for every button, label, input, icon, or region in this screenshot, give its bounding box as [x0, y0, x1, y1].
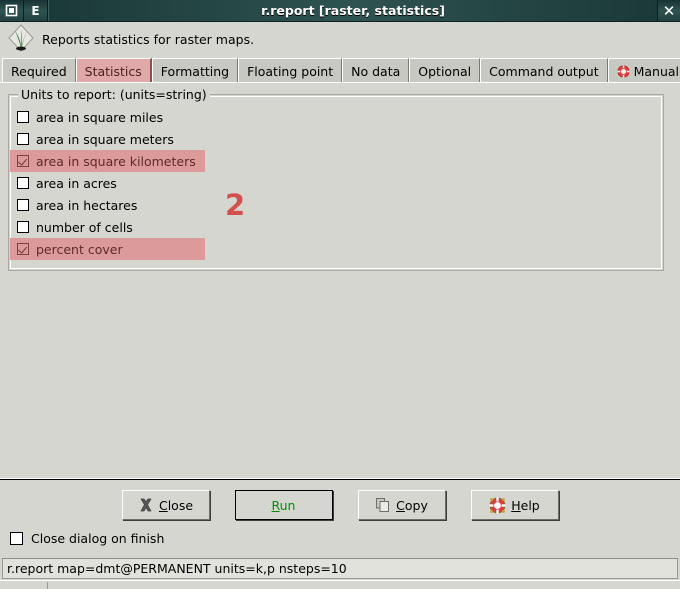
close-x-icon — [138, 497, 154, 513]
units-checkbox-list: area in square miles area in square mete… — [10, 106, 662, 260]
status-bar-divider — [47, 582, 48, 589]
checkbox-label: area in acres — [36, 175, 117, 191]
checkbox-close-dialog-on-finish[interactable] — [10, 532, 23, 545]
command-line-field[interactable]: r.report map=dmt@PERMANENT units=k,p nst… — [2, 558, 678, 579]
groupbox-label: Units to report: (units=string) — [18, 87, 210, 102]
window-restore-icon — [5, 4, 18, 17]
checkbox-row-area-in-acres[interactable]: area in acres — [10, 172, 662, 194]
run-button[interactable]: Run — [234, 490, 333, 520]
command-line-text: r.report map=dmt@PERMANENT units=k,p nst… — [7, 561, 347, 576]
tab-required[interactable]: Required — [2, 58, 76, 83]
help-button-label: Help — [511, 497, 540, 513]
status-bar — [0, 580, 680, 589]
tab-label: Manual — [633, 63, 680, 79]
checkbox-number-of-cells[interactable] — [17, 221, 29, 233]
tab-no-data[interactable]: No data — [342, 58, 410, 83]
checkbox-row-area-in-square-kilometers[interactable]: area in square kilometers — [10, 150, 205, 172]
copy-button-label: Copy — [396, 497, 428, 513]
title-bar: E r.report [raster, statistics] ✕ — [0, 0, 680, 22]
tab-floating-point[interactable]: Floating point — [238, 58, 343, 83]
window-menu-button[interactable]: E — [24, 0, 48, 21]
copy-icon — [375, 497, 391, 513]
tab-label: Required — [11, 63, 67, 79]
checkbox-area-in-square-meters[interactable] — [17, 133, 29, 145]
close-dialog-on-finish-label: Close dialog on finish — [31, 531, 165, 546]
copy-button[interactable]: Copy — [357, 490, 446, 520]
checkbox-area-in-hectares[interactable] — [17, 199, 29, 211]
tab-formatting[interactable]: Formatting — [151, 58, 239, 83]
window-title: r.report [raster, statistics] — [48, 0, 657, 21]
tab-label: Command output — [489, 63, 599, 79]
checkbox-label: area in square miles — [36, 109, 164, 125]
tab-command-output[interactable]: Command output — [480, 58, 608, 83]
close-dialog-on-finish-row[interactable]: Close dialog on finish — [10, 531, 164, 546]
tab-label: Statistics — [84, 63, 142, 79]
button-bar-separator — [0, 479, 680, 480]
dialog-description: Reports statistics for raster maps. — [42, 31, 255, 47]
checkbox-row-number-of-cells[interactable]: number of cells — [10, 216, 662, 238]
dialog-header: Reports statistics for raster maps. — [0, 22, 680, 56]
checkbox-label: area in square meters — [36, 131, 174, 147]
checkbox-label: area in hectares — [36, 197, 138, 213]
checkbox-label: percent cover — [36, 241, 123, 257]
lifebuoy-icon — [617, 64, 630, 78]
help-button[interactable]: Help — [470, 490, 559, 520]
lifebuoy-icon — [489, 496, 506, 514]
tab-label: Floating point — [247, 63, 334, 79]
tab-manual[interactable]: Manual — [607, 58, 680, 83]
tab-label: No data — [351, 63, 401, 79]
editor-e-icon: E — [31, 3, 40, 18]
checkbox-row-area-in-square-meters[interactable]: area in square meters — [10, 128, 662, 150]
button-bar: Close Run Copy Help — [0, 487, 680, 523]
step-annotation-2: 2 — [225, 188, 246, 222]
checkbox-row-area-in-hectares[interactable]: area in hectares — [10, 194, 662, 216]
units-to-report-groupbox: Units to report: (units=string) area in … — [8, 87, 664, 271]
close-window-button[interactable]: ✕ — [657, 0, 680, 21]
close-button[interactable]: Close — [121, 490, 210, 520]
tab-label: Optional — [418, 63, 472, 79]
close-button-label: Close — [158, 497, 194, 513]
tab-optional[interactable]: Optional — [409, 58, 481, 83]
tab-statistics[interactable]: Statistics — [75, 58, 152, 83]
statistics-panel: Units to report: (units=string) area in … — [0, 82, 680, 478]
checkbox-row-percent-cover[interactable]: percent cover — [10, 238, 205, 260]
checkbox-label: number of cells — [36, 219, 133, 235]
tab-label: Formatting — [160, 63, 230, 79]
checkbox-label: area in square kilometers — [36, 153, 196, 169]
checkbox-row-area-in-square-miles[interactable]: area in square miles — [10, 106, 662, 128]
checkbox-percent-cover[interactable] — [17, 243, 29, 255]
window-restore-button[interactable] — [0, 0, 24, 21]
tab-bar: Required Statistics Formatting Floating … — [0, 56, 680, 83]
checkbox-area-in-square-miles[interactable] — [17, 111, 29, 123]
checkbox-area-in-acres[interactable] — [17, 177, 29, 189]
checkbox-area-in-square-kilometers[interactable] — [17, 155, 29, 167]
run-button-label: Run — [271, 497, 296, 513]
grass-gis-logo-icon — [6, 23, 36, 55]
